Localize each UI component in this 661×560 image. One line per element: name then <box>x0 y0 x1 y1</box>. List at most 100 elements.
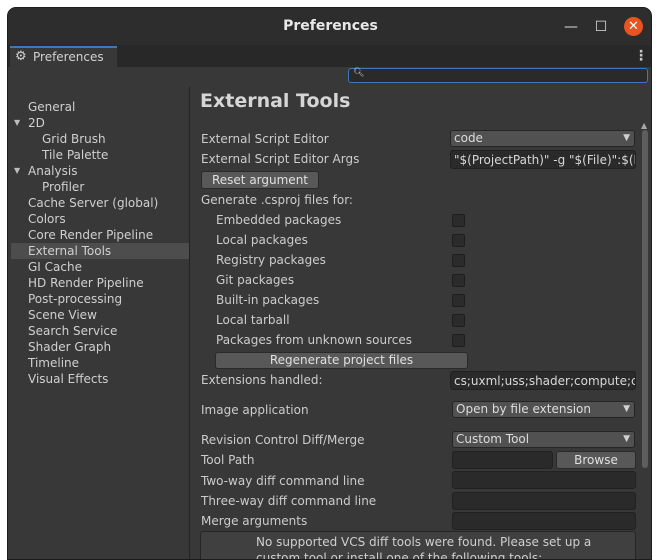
external-script-editor-args-label: External Script Editor Args <box>201 152 360 166</box>
close-button[interactable]: ✕ <box>624 17 643 36</box>
sidebar-item-analysis[interactable]: ▼ Analysis <box>11 163 189 179</box>
search-input[interactable]: 🔍︎ <box>348 68 648 83</box>
external-script-editor-value: code <box>454 131 483 145</box>
sidebar-item-shader-graph[interactable]: Shader Graph <box>11 339 189 355</box>
package-checkbox[interactable] <box>452 314 465 327</box>
extensions-handled-label: Extensions handled: <box>201 373 323 387</box>
sidebar-item-label: External Tools <box>28 244 112 258</box>
tab-bar: ⚙ Preferences <box>8 45 651 68</box>
expand-arrow-icon[interactable]: ▼ <box>14 163 20 179</box>
external-script-editor-dropdown[interactable]: code ▼ <box>450 130 635 147</box>
three-way-diff-field[interactable] <box>452 492 636 510</box>
sidebar-item-visual-effects[interactable]: Visual Effects <box>11 371 189 387</box>
sidebar-item-label: Profiler <box>42 180 85 194</box>
sidebar-item-label: HD Render Pipeline <box>28 276 144 290</box>
more-options-icon[interactable]: ⋮ <box>634 48 648 64</box>
sidebar-item-2d[interactable]: ▼ 2D <box>11 115 189 131</box>
chevron-down-icon: ▼ <box>623 133 630 143</box>
package-checkbox[interactable] <box>452 334 465 347</box>
sidebar-item-cache-server-global[interactable]: Cache Server (global) <box>11 195 189 211</box>
sidebar-item-label: Search Service <box>28 324 118 338</box>
title-bar: Preferences — ☐ ✕ <box>8 8 651 45</box>
package-checkbox[interactable] <box>452 274 465 287</box>
sidebar-item-label: Scene View <box>28 308 97 322</box>
extensions-handled-field[interactable]: cs;uxml;uss;shader;compute;cgi <box>450 371 636 390</box>
browse-button[interactable]: Browse <box>556 451 636 469</box>
search-icon: 🔍︎ <box>353 68 365 78</box>
package-checkbox[interactable] <box>452 294 465 307</box>
package-label: Local packages <box>216 233 308 247</box>
image-application-value: Open by file extension <box>456 402 591 416</box>
revision-control-value: Custom Tool <box>456 432 530 446</box>
sidebar-item-general[interactable]: General <box>11 99 189 115</box>
package-label: Registry packages <box>216 253 326 267</box>
sidebar-item-tile-palette[interactable]: Tile Palette <box>11 147 189 163</box>
extensions-handled-value: cs;uxml;uss;shader;compute;cgi <box>454 374 636 388</box>
gear-icon: ⚙ <box>15 49 27 64</box>
package-checkbox[interactable] <box>452 254 465 267</box>
main-panel: External Tools External Script Editor co… <box>191 87 651 560</box>
scrollbar-thumb[interactable] <box>642 130 648 468</box>
package-checkbox[interactable] <box>452 234 465 247</box>
revision-control-dropdown[interactable]: Custom Tool ▼ <box>452 431 635 448</box>
sidebar-item-label: Visual Effects <box>28 372 109 386</box>
external-script-editor-args-value: "$(ProjectPath)" -g "$(File)":$(L <box>454 153 636 167</box>
tool-path-field[interactable] <box>452 451 553 469</box>
sidebar-item-label: GI Cache <box>28 260 82 274</box>
package-checkbox[interactable] <box>452 214 465 227</box>
sidebar-item-label: Core Render Pipeline <box>28 228 154 242</box>
regenerate-project-files-button[interactable]: Regenerate project files <box>215 352 468 369</box>
merge-arguments-label: Merge arguments <box>201 514 308 528</box>
vcs-help-box: No supported VCS diff tools were found. … <box>200 531 636 560</box>
sidebar-item-label: Grid Brush <box>42 132 106 146</box>
sidebar-item-label: Cache Server (global) <box>28 196 159 210</box>
sidebar-item-hd-render-pipeline[interactable]: HD Render Pipeline <box>11 275 189 291</box>
sidebar-item-gi-cache[interactable]: GI Cache <box>11 259 189 275</box>
maximize-button[interactable]: ☐ <box>592 18 610 36</box>
sidebar-item-label: Tile Palette <box>42 148 109 162</box>
sidebar: General ▼ 2D Grid Brush Tile Palette ▼ Analysi… <box>11 87 190 559</box>
package-label: Local tarball <box>216 313 290 327</box>
external-script-editor-label: External Script Editor <box>201 132 329 146</box>
sidebar-item-profiler[interactable]: Profiler <box>11 179 189 195</box>
sidebar-item-colors[interactable]: Colors <box>11 211 189 227</box>
sidebar-item-label: Post-processing <box>28 292 123 306</box>
tab-label: Preferences <box>33 50 104 64</box>
scroll-up-icon[interactable]: ▲ <box>641 121 647 130</box>
chevron-down-icon: ▼ <box>623 404 630 414</box>
revision-control-label: Revision Control Diff/Merge <box>201 433 365 447</box>
reset-argument-button[interactable]: Reset argument <box>201 171 319 189</box>
sidebar-item-label: Colors <box>28 212 66 226</box>
sidebar-item-timeline[interactable]: Timeline <box>11 355 189 371</box>
sidebar-item-scene-view[interactable]: Scene View <box>11 307 189 323</box>
tool-path-label: Tool Path <box>201 453 255 467</box>
sidebar-item-grid-brush[interactable]: Grid Brush <box>11 131 189 147</box>
package-label: Git packages <box>216 273 295 287</box>
sidebar-item-label: Timeline <box>28 356 80 370</box>
vcs-help-text: No supported VCS diff tools were found. … <box>256 535 592 560</box>
package-label: Embedded packages <box>216 213 342 227</box>
sidebar-item-search-service[interactable]: Search Service <box>11 323 189 339</box>
sidebar-item-post-processing[interactable]: Post-processing <box>11 291 189 307</box>
vertical-scrollbar[interactable]: ▲ <box>640 121 651 556</box>
sidebar-item-label: Shader Graph <box>28 340 112 354</box>
page-title: External Tools <box>200 90 351 112</box>
package-label: Packages from unknown sources <box>216 333 412 347</box>
two-way-diff-field[interactable] <box>452 471 636 489</box>
sidebar-item-core-render-pipeline[interactable]: Core Render Pipeline <box>11 227 189 243</box>
three-way-diff-label: Three-way diff command line <box>201 494 377 508</box>
tab-preferences[interactable]: ⚙ Preferences <box>10 46 117 68</box>
preferences-window: Preferences — ☐ ✕ ⚙ Preferences ⋮ 🔍︎ Gen… <box>7 7 652 560</box>
sidebar-item-label: General <box>28 100 76 114</box>
sidebar-item-external-tools[interactable]: External Tools <box>11 243 189 259</box>
sidebar-item-label: Analysis <box>28 164 78 178</box>
external-script-editor-args-field[interactable]: "$(ProjectPath)" -g "$(File)":$(L <box>450 150 636 169</box>
chevron-down-icon: ▼ <box>623 434 630 444</box>
two-way-diff-label: Two-way diff command line <box>201 474 365 488</box>
generate-csproj-label: Generate .csproj files for: <box>201 193 353 207</box>
minimize-button[interactable]: — <box>562 18 580 36</box>
expand-arrow-icon[interactable]: ▼ <box>14 115 20 131</box>
image-application-dropdown[interactable]: Open by file extension ▼ <box>452 401 635 418</box>
image-application-label: Image application <box>201 403 309 417</box>
merge-arguments-field[interactable] <box>452 512 636 530</box>
